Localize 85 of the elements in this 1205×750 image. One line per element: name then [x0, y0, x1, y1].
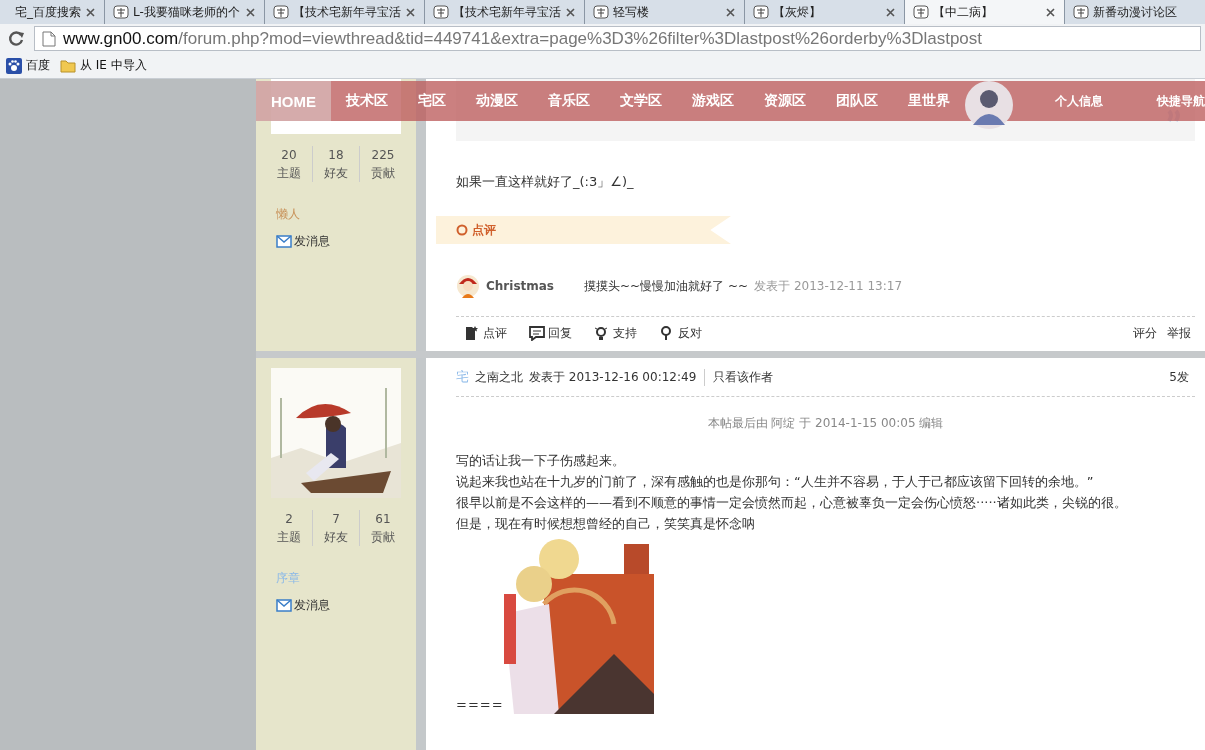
- post-text: 如果一直这样就好了_(:3」∠)_: [456, 173, 635, 191]
- browser-tab[interactable]: 【技术宅新年寻宝活: [265, 0, 425, 24]
- address-field[interactable]: www.gn00.com/forum.php?mod=viewthread&tid=449741&extra=page%3D3%26filter%3Dlastpost%26orderby%3Dlastpost: [34, 26, 1201, 51]
- favicon-icon: [913, 4, 929, 20]
- stat-label[interactable]: 主题: [277, 528, 301, 546]
- stat-value: 20: [281, 147, 297, 164]
- browser-tab[interactable]: 宅_百度搜索: [0, 0, 105, 24]
- stat-label[interactable]: 贡献: [371, 164, 395, 182]
- floor-number: 5发: [1169, 368, 1190, 386]
- post-text: 写的话让我一下子伤感起来。: [456, 452, 626, 470]
- post-text: 但是，现在有时候想想曾经的自己，笑笑真是怀念呐: [456, 515, 756, 533]
- avatar-icon: [456, 274, 480, 298]
- browser-tab[interactable]: 轻写楼: [585, 0, 745, 24]
- stat-label[interactable]: 贡献: [371, 528, 395, 546]
- edit-note: 本帖最后由 阿绽 于 2014-1-15 00:05 编辑: [706, 415, 945, 432]
- post-text: 说起来我也站在十九岁的门前了，深有感触的也是你那句：“人生并不容易，于人于己都应该留下回转的余地。”: [456, 473, 1095, 491]
- tab-title: 宅_百度搜索: [15, 3, 81, 21]
- bookmark-item[interactable]: 从 IE 中导入: [60, 57, 147, 74]
- stat-label[interactable]: 好友: [324, 164, 348, 182]
- close-icon[interactable]: [725, 6, 736, 18]
- tab-title: 新番动漫讨论区: [1093, 3, 1178, 21]
- browser-tab[interactable]: 【技术宅新年寻宝活: [425, 0, 585, 24]
- action-button[interactable]: 点评: [456, 325, 507, 342]
- envelope-icon: [276, 235, 292, 248]
- action-link[interactable]: 评分: [1133, 325, 1157, 342]
- close-icon[interactable]: [405, 6, 416, 18]
- tab-title: 【中二病】: [933, 3, 994, 21]
- action-button[interactable]: 回复: [521, 325, 572, 342]
- close-icon[interactable]: [85, 6, 96, 18]
- comment-text: 摸摸头~~慢慢加油就好了 ~~: [584, 277, 749, 295]
- favicon-icon: [593, 4, 609, 20]
- nav-item[interactable]: 宅区: [403, 81, 461, 121]
- browser-tab[interactable]: 【中二病】: [905, 0, 1065, 24]
- stat-value: 61: [375, 511, 391, 528]
- comment-user[interactable]: Christmas: [486, 279, 554, 293]
- close-icon[interactable]: [565, 6, 576, 18]
- action-button[interactable]: 反对: [651, 325, 702, 342]
- browser-tab[interactable]: 新番动漫讨论区: [1065, 0, 1205, 24]
- favicon-icon: [113, 4, 129, 20]
- browser-tab[interactable]: L-我要猫咪老师的个: [105, 0, 265, 24]
- author-link[interactable]: 之南之北: [475, 368, 523, 386]
- envelope-icon: [276, 599, 292, 612]
- note-icon: [464, 326, 480, 341]
- favicon-icon: [273, 4, 289, 20]
- stat-value: 225: [371, 147, 395, 164]
- tab-title: 【灰烬】: [773, 3, 822, 21]
- speech-bubble-icon: [529, 326, 545, 341]
- stat-label[interactable]: 主题: [277, 164, 301, 182]
- send-message-link[interactable]: 发消息: [276, 233, 330, 250]
- user-rank: 懒人: [276, 206, 300, 223]
- stat-label[interactable]: 好友: [324, 528, 348, 546]
- bookmark-item[interactable]: 百度: [6, 57, 50, 74]
- close-icon[interactable]: [885, 6, 896, 18]
- reload-icon[interactable]: [8, 29, 26, 48]
- paw-icon: [6, 57, 22, 74]
- circle-icon: [456, 224, 468, 236]
- browser-tab[interactable]: 【灰烬】: [745, 0, 905, 24]
- tab-title: 【技术宅新年寻宝活: [293, 3, 401, 21]
- folder-icon: [60, 57, 76, 74]
- close-icon[interactable]: [245, 6, 256, 18]
- avatar-icon[interactable]: [965, 81, 1013, 129]
- favicon-icon: [433, 4, 449, 20]
- stat-value: 18: [328, 147, 344, 164]
- lightbulb-icon: [594, 326, 610, 341]
- user-rank: 序章: [276, 570, 300, 587]
- tab-title: 【技术宅新年寻宝活: [453, 3, 561, 21]
- send-message-link[interactable]: 发消息: [276, 597, 330, 614]
- url-text: www.gn00.com/forum.php?mod=viewthread&tid=449741&extra=page%3D3%26filter%3Dlastpost%26orderby%3Dlastpost: [63, 28, 982, 49]
- tab-title: 轻写楼: [613, 3, 650, 21]
- post-text: 很早以前是不会这样的——看到不顺意的事情一定会愤然而起，心意被辜负一定会伤心愤怒·····诸如此类，尖锐的很。: [456, 494, 1128, 512]
- action-button[interactable]: 支持: [586, 325, 637, 342]
- favicon-icon: [753, 4, 769, 20]
- favicon-icon: [1073, 4, 1089, 20]
- comment-header-title: 点评: [472, 221, 496, 239]
- only-author-link[interactable]: 只看该作者: [704, 368, 774, 386]
- stat-value: 7: [332, 511, 340, 528]
- tab-title: L-我要猫咪老师的个: [133, 3, 241, 21]
- stat-value: 2: [285, 511, 293, 528]
- page-icon: [41, 30, 57, 47]
- post-time: 发表于 2013-12-16 00:12:49: [529, 368, 697, 386]
- post-text: ====: [456, 697, 504, 712]
- action-link[interactable]: 举报: [1167, 325, 1191, 342]
- comment-time: 发表于 2013-12-11 13:17: [754, 277, 902, 295]
- user-group-label: 宅: [456, 368, 469, 386]
- close-icon[interactable]: [1045, 6, 1056, 18]
